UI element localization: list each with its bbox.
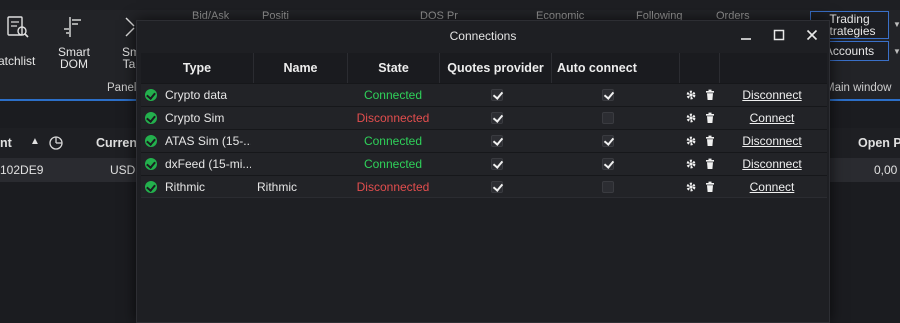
table-bottom-border — [141, 197, 827, 198]
cell-state: Disconnected — [356, 111, 430, 125]
smart-tape-label: Sm Ta — [122, 45, 138, 70]
delete-trash-icon[interactable] — [704, 135, 716, 147]
delete-trash-icon[interactable] — [704, 89, 716, 101]
cell-name: Rithmic — [257, 180, 298, 194]
quotes-provider-checkbox[interactable] — [491, 89, 503, 101]
quotes-provider-checkbox[interactable] — [491, 181, 503, 193]
cell-name — [257, 107, 347, 130]
maximize-button[interactable] — [768, 24, 790, 46]
cell-state: Connected — [363, 157, 423, 171]
table-body: Crypto data Connected Disconnect Crypto … — [141, 83, 827, 198]
watchlist-button[interactable]: atchlist — [0, 12, 36, 67]
ribbon-top-strip — [0, 0, 900, 10]
auto-connect-checkbox[interactable] — [602, 89, 614, 101]
close-button[interactable] — [801, 24, 823, 46]
cell-name — [257, 84, 347, 107]
cell-name — [257, 153, 347, 176]
column-header-connect — [719, 53, 827, 83]
cell-type: dxFeed (15-mi... — [165, 157, 251, 171]
cell-state: Connected — [363, 134, 423, 148]
close-icon — [806, 29, 818, 41]
cell-type: Crypto Sim — [165, 111, 225, 125]
status-ok-icon — [145, 112, 157, 124]
cell-type: Crypto data — [165, 88, 228, 102]
bg-header-account[interactable]: nt — [0, 136, 12, 150]
connect-link[interactable]: Connect — [721, 107, 823, 130]
cell-state: Disconnected — [356, 180, 430, 194]
watchlist-icon — [7, 16, 29, 38]
table-row[interactable]: dxFeed (15-mi... Connected Disconnect — [141, 152, 827, 175]
connect-link[interactable]: Connect — [721, 176, 823, 199]
main-window-group-label: Main window — [825, 82, 892, 94]
settings-gear-icon[interactable] — [685, 135, 697, 147]
smart-dom-label: Smart DOM — [57, 45, 90, 71]
column-header-state[interactable]: State — [347, 53, 439, 83]
smart-dom-button[interactable]: Smart DOM — [52, 12, 96, 70]
auto-connect-checkbox[interactable] — [602, 181, 614, 193]
disconnect-link[interactable]: Disconnect — [721, 84, 823, 107]
column-header-name[interactable]: Name — [253, 53, 347, 83]
table-row[interactable]: Crypto data Connected Disconnect — [141, 83, 827, 106]
table-row[interactable]: ATAS Sim (15-... Connected Disconnect — [141, 129, 827, 152]
auto-connect-checkbox[interactable] — [602, 135, 614, 147]
disconnect-link[interactable]: Disconnect — [721, 153, 823, 176]
column-header-type[interactable]: Type — [141, 53, 253, 83]
quotes-provider-checkbox[interactable] — [491, 158, 503, 170]
delete-trash-icon[interactable] — [704, 158, 716, 170]
auto-connect-checkbox[interactable] — [602, 158, 614, 170]
auto-connect-checkbox[interactable] — [602, 112, 614, 124]
disconnect-link[interactable]: Disconnect — [721, 130, 823, 153]
status-ok-icon — [145, 158, 157, 170]
bg-header-open-pl[interactable]: Open P — [858, 136, 900, 150]
bg-header-currency[interactable]: Curren — [96, 136, 137, 150]
table-row[interactable]: Rithmic Rithmic Disconnected Connect — [141, 175, 827, 198]
column-header-quotes-provider[interactable]: Quotes provider — [439, 53, 551, 83]
cell-type: Rithmic — [165, 180, 206, 194]
table-row[interactable]: Crypto Sim Disconnected Connect — [141, 106, 827, 129]
status-ok-icon — [145, 135, 157, 147]
bg-cell-open-pl: 0,00 — [874, 163, 898, 177]
column-header-actions — [679, 53, 719, 83]
smart-tape-icon — [125, 17, 135, 37]
pie-chart-icon[interactable] — [48, 135, 64, 151]
table-header: Type Name State Quotes provider Auto con… — [141, 53, 827, 83]
connections-dialog: Connections Type Name State Quotes provi… — [136, 20, 830, 323]
column-header-auto-connect[interactable]: Auto connect — [551, 53, 679, 83]
dialog-title: Connections — [449, 29, 517, 43]
smart-tape-button[interactable]: Sm Ta — [116, 12, 138, 70]
dialog-titlebar[interactable]: Connections — [137, 21, 829, 49]
quotes-provider-checkbox[interactable] — [491, 112, 503, 124]
settings-gear-icon[interactable] — [685, 181, 697, 193]
sort-ascending-icon[interactable]: ▲ — [30, 136, 40, 147]
minimize-button[interactable] — [735, 24, 757, 46]
cell-state: Connected — [363, 88, 423, 102]
accounts-dropdown-icon[interactable]: ▼ — [893, 47, 900, 56]
status-ok-icon — [145, 89, 157, 101]
watchlist-label: atchlist — [0, 54, 36, 68]
maximize-icon — [773, 29, 785, 41]
cell-name — [257, 130, 347, 153]
smart-dom-icon — [64, 17, 81, 37]
app-window: Bid/Ask Positi DOS Pr Economic Following… — [0, 0, 900, 323]
bg-cell-currency: USD — [110, 163, 136, 177]
status-ok-icon — [145, 181, 157, 193]
settings-gear-icon[interactable] — [685, 112, 697, 124]
cell-type: ATAS Sim (15-... — [165, 134, 251, 148]
trading-strategies-dropdown-icon[interactable]: ▼ — [893, 20, 900, 29]
delete-trash-icon[interactable] — [704, 112, 716, 124]
settings-gear-icon[interactable] — [685, 158, 697, 170]
bg-cell-account: 102DE9 — [0, 163, 44, 177]
connections-table: Type Name State Quotes provider Auto con… — [141, 53, 827, 198]
settings-gear-icon[interactable] — [685, 89, 697, 101]
minimize-icon — [741, 38, 751, 40]
quotes-provider-checkbox[interactable] — [491, 135, 503, 147]
delete-trash-icon[interactable] — [704, 181, 716, 193]
